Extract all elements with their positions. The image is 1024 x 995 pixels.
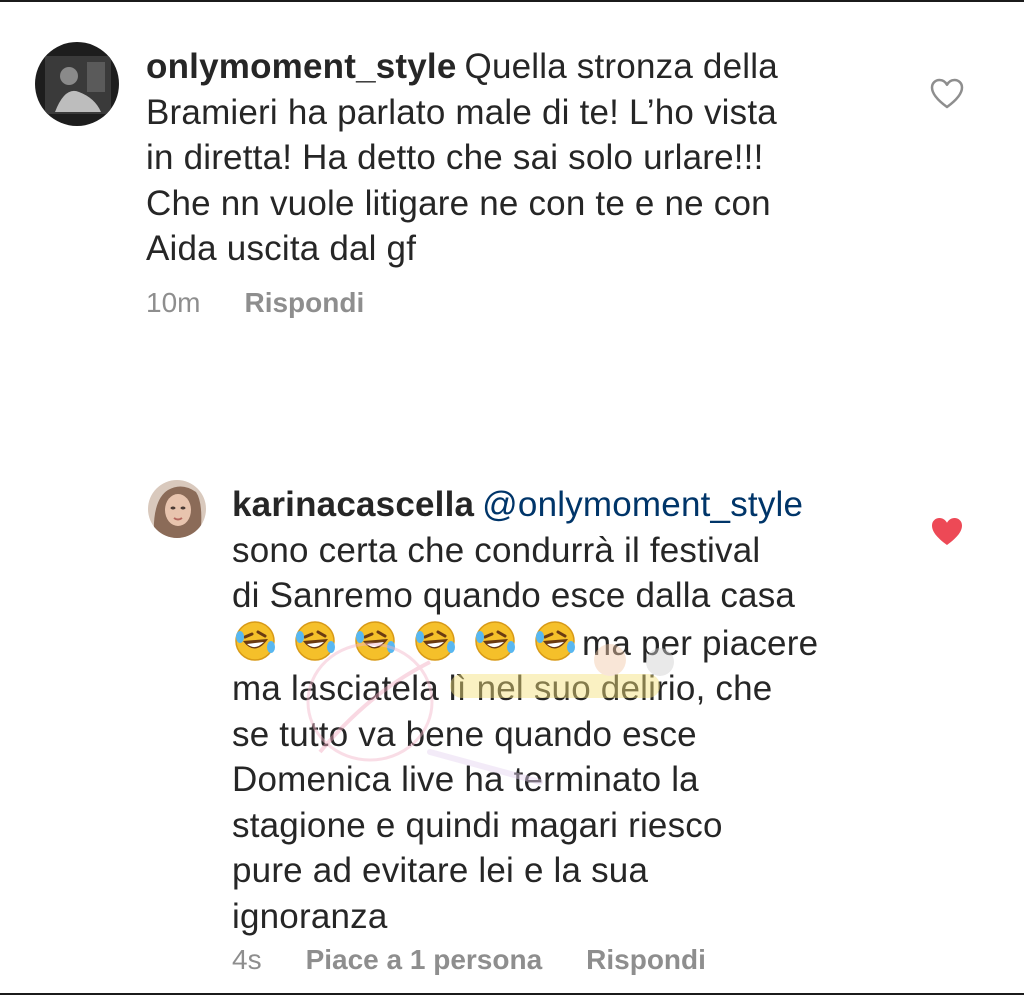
comment-line: Che nn vuole litigare ne con te e ne con xyxy=(146,183,771,223)
reply-button[interactable]: Rispondi xyxy=(244,287,364,318)
rolling-laughing-emoji-icon xyxy=(232,619,278,663)
reply-meta: 4s Piace a 1 persona Rispondi xyxy=(232,944,750,976)
comment-line: Bramieri ha parlato male di te! L’ho vis… xyxy=(146,92,777,132)
reply-button[interactable]: Rispondi xyxy=(586,944,706,975)
avatar-photo xyxy=(148,480,206,538)
comment-username[interactable]: onlymoment_style xyxy=(146,47,457,86)
comment-text: onlymoment_style Quella stronza della Bra… xyxy=(146,44,886,272)
comment-username[interactable]: karinacascella xyxy=(232,485,474,524)
avatar[interactable] xyxy=(148,480,206,538)
comment-line: stagione e quindi magari riesco xyxy=(232,805,723,845)
mention-link[interactable]: @onlymoment_style xyxy=(482,485,803,524)
watermark-logo xyxy=(306,642,674,785)
avatar-photo xyxy=(35,42,119,126)
comment-line: ignoranza xyxy=(232,896,388,936)
comment-line: pure ad evitare lei e la sua xyxy=(232,851,649,890)
heart-filled-icon[interactable] xyxy=(930,516,964,548)
likes-count-link[interactable]: Piace a 1 persona xyxy=(306,944,543,975)
comment-meta: 10m Rispondi xyxy=(146,287,408,319)
comment-line: sono certa che condurrà il festival xyxy=(232,530,761,570)
comment-timestamp: 10m xyxy=(146,287,201,318)
comment-line: in diretta! Ha detto che sai solo urlare… xyxy=(146,138,764,177)
heart-outline-icon[interactable] xyxy=(930,78,964,110)
comment-timestamp: 4s xyxy=(232,944,262,975)
avatar[interactable] xyxy=(35,42,119,126)
comment-line: Quella stronza della xyxy=(464,47,778,86)
comment-line: di Sanremo quando esce dalla casa xyxy=(232,576,796,615)
comment-line: Aida uscita dal gf xyxy=(146,229,417,268)
